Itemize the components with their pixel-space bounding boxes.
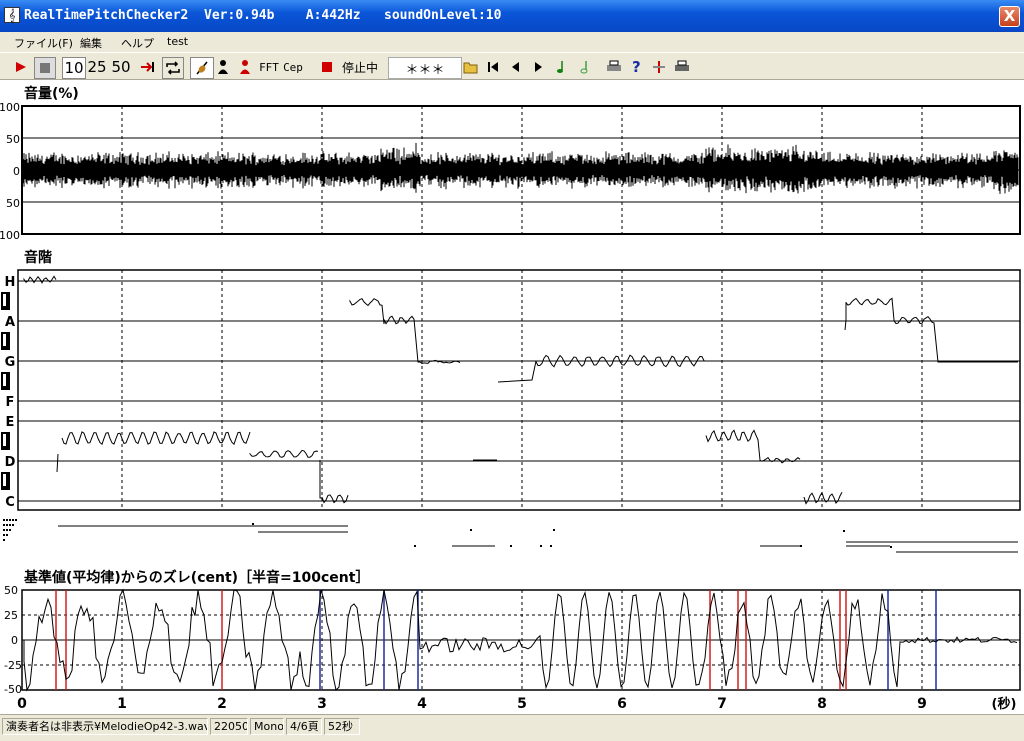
fft-button[interactable]: FFT	[258, 57, 280, 77]
prev-icon	[512, 62, 519, 72]
status-page: 4/6頁	[286, 718, 322, 735]
crosshair-icon	[653, 61, 665, 73]
marker-button[interactable]	[650, 57, 668, 77]
arrow-to-bar-icon	[141, 62, 154, 72]
note-light-button[interactable]	[576, 57, 594, 77]
menu-file[interactable]: ファイル(F)	[14, 35, 73, 51]
time-tick-label: 2	[217, 696, 227, 712]
volume-tick: 100	[0, 229, 20, 242]
print-button[interactable]	[604, 57, 624, 77]
help-button[interactable]: ?	[628, 57, 646, 77]
play-icon	[16, 62, 26, 72]
violin-button[interactable]	[190, 57, 214, 79]
time-tick-label: 4	[417, 696, 427, 712]
time-unit: (秒)	[992, 696, 1017, 712]
violin-icon	[196, 61, 208, 75]
menu-edit[interactable]: 編集	[80, 35, 102, 51]
cent-panel-title: 基準値(平均律)からのズレ(cent)［半音=100cent］	[24, 569, 369, 586]
skip-back-icon	[488, 62, 498, 72]
time-tick-label: 7	[717, 696, 727, 712]
print-alt-button[interactable]	[672, 57, 692, 77]
scale-panel-title: 音階	[24, 249, 52, 266]
music-note-alt-icon	[580, 61, 588, 74]
scale-note-label: H	[5, 275, 16, 290]
scale-note-label: G	[5, 355, 16, 370]
analysis-area: 音量(%) 100 50 0 50 100 音階 HAGFEDC 基準値(平均律…	[0, 80, 1024, 714]
cent-tick: 0	[11, 634, 18, 647]
cent-tick: -50	[4, 683, 22, 696]
status-file: 演奏者名は非表示¥MelodieOp42-3.wav	[2, 718, 208, 735]
app-icon: 𝄞	[4, 7, 20, 23]
folder-icon	[463, 62, 478, 74]
person-red-button[interactable]	[236, 57, 254, 77]
record-stop-icon	[322, 62, 332, 72]
time-tick-label: 5	[517, 696, 527, 712]
prev-page-button[interactable]	[506, 57, 524, 77]
menu-test[interactable]: test	[167, 35, 188, 48]
status-bar: 演奏者名は非表示¥MelodieOp42-3.wav 22050 Mono 4/…	[0, 714, 1024, 741]
note-green-button[interactable]	[552, 57, 570, 77]
volume-tick: 0	[13, 165, 20, 178]
music-note-icon	[557, 61, 563, 73]
title-bar: 𝄞 RealTimePitchChecker2 Ver:0.94b A:442H…	[0, 0, 1024, 32]
printer-icon	[607, 60, 621, 71]
time-tick-label: 3	[317, 696, 327, 712]
person-red-icon	[240, 60, 250, 74]
first-page-button[interactable]	[484, 57, 502, 77]
state-label: 停止中	[341, 60, 378, 75]
jump-end-button[interactable]	[138, 57, 158, 77]
cent-tick: 25	[4, 609, 18, 622]
printer-alt-icon	[675, 60, 689, 71]
scale-note-label: C	[5, 495, 15, 510]
status-duration: 52秒	[324, 718, 360, 735]
volume-tick: 50	[6, 133, 20, 146]
volume-tick: 100	[0, 101, 20, 114]
zoom-10-button[interactable]: 10	[62, 57, 86, 79]
help-question-icon: ?	[632, 59, 641, 75]
scale-note-label: D	[5, 455, 16, 470]
next-page-button[interactable]	[530, 57, 548, 77]
volume-tick: 50	[6, 197, 20, 210]
cep-button[interactable]: Cep	[282, 57, 304, 77]
open-button[interactable]	[462, 57, 480, 77]
scale-note-label: E	[6, 415, 15, 430]
cent-tick: -25	[4, 659, 22, 672]
play-button[interactable]	[12, 57, 30, 77]
repeat-icon	[166, 61, 180, 75]
close-button[interactable]: X	[999, 6, 1020, 27]
time-tick-label: 8	[817, 696, 827, 712]
zoom-50-button[interactable]: 50	[110, 57, 132, 77]
zoom-25-button[interactable]: 25	[86, 57, 108, 77]
window-title: RealTimePitchChecker2 Ver:0.94b A:442Hz …	[24, 8, 502, 23]
stop-icon	[40, 63, 50, 73]
time-tick-label: 9	[917, 696, 927, 712]
loop-button[interactable]	[162, 57, 184, 79]
svg-text:?: ?	[632, 59, 641, 75]
status-channels: Mono	[250, 718, 284, 735]
stop-button[interactable]	[34, 57, 56, 79]
next-icon	[535, 62, 542, 72]
person-icon	[218, 60, 228, 74]
time-tick-label: 0	[17, 696, 27, 712]
menu-help[interactable]: ヘルプ	[121, 35, 154, 51]
time-tick-label: 1	[117, 696, 127, 712]
status-rate: 22050	[210, 718, 248, 735]
menu-bar: ファイル(F) 編集 ヘルプ test	[0, 32, 1024, 52]
scale-note-label: F	[6, 395, 15, 410]
person-black-button[interactable]	[214, 57, 232, 77]
scale-note-label: A	[5, 315, 15, 330]
note-display: ＊＊＊	[388, 57, 462, 79]
toolbar: 10 25 50 FFT Cep 停止中 ＊＊＊ ?	[0, 52, 1024, 80]
volume-panel-title: 音量(%)	[24, 85, 79, 102]
cent-tick: 50	[4, 584, 18, 597]
record-button[interactable]	[318, 57, 336, 77]
time-tick-label: 6	[617, 696, 627, 712]
